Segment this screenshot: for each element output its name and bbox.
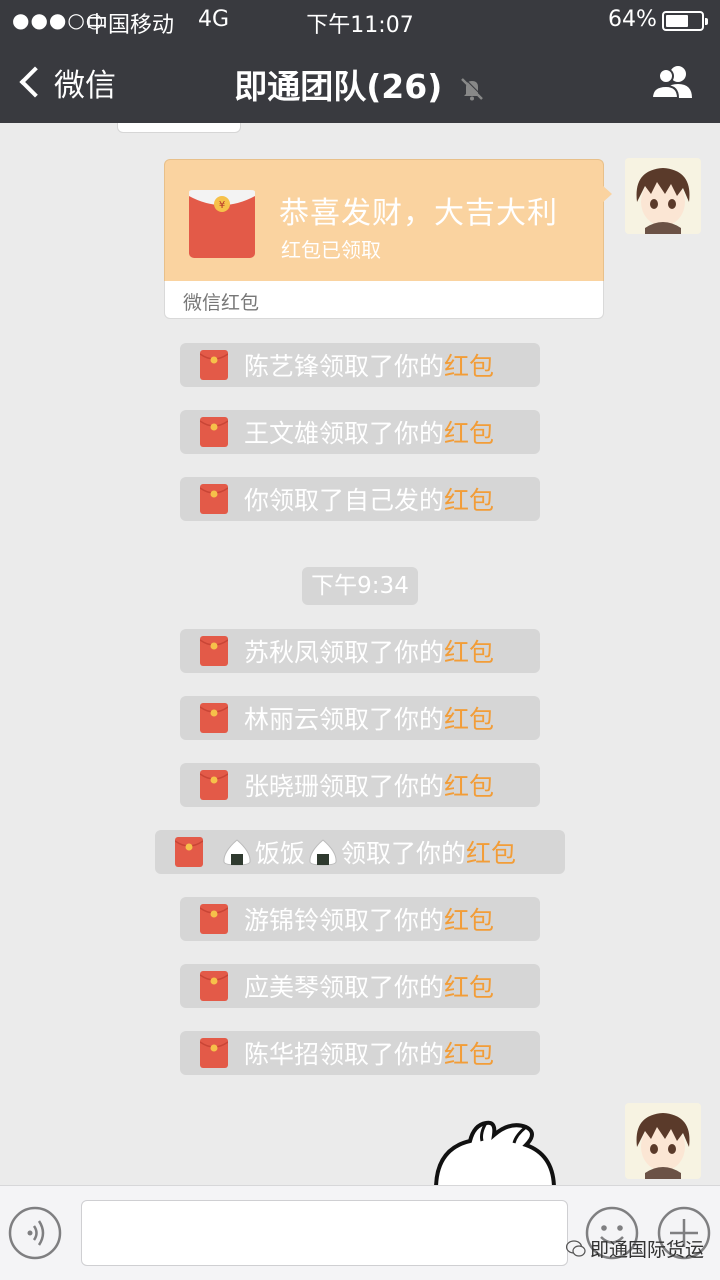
notice-name: 应美琴	[244, 973, 320, 1002]
top-bar: ●●●○○ 中国移动 4G 下午11:07 64% 微信 即通团队(26)	[0, 0, 720, 123]
system-notice: 游锦铃 领取了你的 红包	[180, 897, 540, 941]
time-stamp: 下午9:34	[302, 567, 418, 605]
anime-boy-avatar-icon	[625, 158, 701, 234]
notice-name: 林丽云	[244, 705, 320, 734]
chat-message-list[interactable]: ¥ 恭喜发财，大吉大利 红包已领取 微信红包 陈艺锋 领取了你的 红包 王文雄 领取了…	[0, 123, 720, 1185]
chat-title: 即通团队(26)	[0, 60, 720, 108]
previous-message-bubble	[117, 123, 241, 133]
red-packet-small-icon	[200, 484, 228, 514]
notice-name: 饭饭	[255, 839, 306, 868]
red-envelope-icon: ¥	[189, 190, 255, 258]
anime-boy-avatar-icon	[625, 1103, 701, 1179]
red-packet-small-icon	[200, 350, 228, 380]
chat-title-text: 即通团队(26)	[234, 67, 443, 106]
svg-text:¥: ¥	[219, 200, 225, 211]
bunny-sticker-icon[interactable]	[430, 1119, 560, 1185]
system-notice: 苏秋凤 领取了你的 红包	[180, 629, 540, 673]
red-packet-link[interactable]: 红包	[444, 1035, 494, 1071]
notice-name: 陈华招	[244, 1040, 320, 1069]
red-packet-card: ¥ 恭喜发财，大吉大利 红包已领取	[164, 159, 604, 281]
red-packet-link[interactable]: 红包	[444, 633, 494, 669]
notice-suffix: 领取了你的	[319, 352, 445, 381]
red-packet-small-icon	[200, 417, 228, 447]
red-packet-small-icon	[200, 1038, 228, 1068]
system-notice: 你领取了自己发的 红包	[180, 477, 540, 521]
red-packet-small-icon	[175, 837, 203, 867]
red-packet-link[interactable]: 红包	[444, 414, 494, 450]
red-packet-source: 微信红包	[183, 292, 260, 314]
notice-suffix: 领取了你的	[319, 1040, 445, 1069]
notice-suffix: 领取了你的	[319, 638, 445, 667]
red-packet-greeting: 恭喜发财，大吉大利	[279, 196, 558, 231]
red-packet-link[interactable]: 红包	[444, 901, 494, 937]
battery-fill	[666, 15, 688, 27]
system-notice: 王文雄 领取了你的 红包	[180, 410, 540, 454]
group-members-icon[interactable]	[650, 64, 696, 100]
red-packet-link[interactable]: 红包	[444, 347, 494, 383]
red-packet-link[interactable]: 红包	[466, 834, 516, 870]
avatar[interactable]	[625, 158, 701, 234]
notice-suffix: 领取了你的	[319, 419, 445, 448]
watermark-text: 即通国际货运	[590, 1239, 705, 1261]
red-packet-small-icon	[200, 971, 228, 1001]
notice-suffix: 领取了你的	[319, 906, 445, 935]
battery-icon	[662, 11, 708, 31]
notice-name: 游锦铃	[244, 906, 320, 935]
mute-bell-icon	[460, 76, 484, 100]
red-packet-small-icon	[200, 703, 228, 733]
system-notice: 应美琴 领取了你的 红包	[180, 964, 540, 1008]
system-notice: 陈华招 领取了你的 红包	[180, 1031, 540, 1075]
system-notice: 陈艺锋 领取了你的 红包	[180, 343, 540, 387]
notice-name: 苏秋凤	[244, 638, 320, 667]
notice-name: 张晓珊	[244, 772, 320, 801]
avatar[interactable]	[625, 1103, 701, 1179]
red-packet-link[interactable]: 红包	[444, 481, 494, 517]
chat-input-bar: 即通国际货运	[0, 1185, 720, 1280]
red-packet-footer: 微信红包	[164, 281, 604, 319]
voice-input-icon[interactable]	[8, 1206, 62, 1260]
red-packet-message[interactable]: ¥ 恭喜发财，大吉大利 红包已领取 微信红包	[164, 159, 612, 319]
red-packet-link[interactable]: 红包	[444, 767, 494, 803]
notice-name: 王文雄	[244, 419, 320, 448]
notice-suffix: 领取了你的	[319, 772, 445, 801]
system-notice: 林丽云 领取了你的 红包	[180, 696, 540, 740]
notice-suffix: 领取了你的	[319, 705, 445, 734]
wechat-logo-icon	[566, 1239, 586, 1257]
notice-suffix: 领取了你的	[341, 839, 467, 868]
notice-suffix: 领取了你的	[319, 973, 445, 1002]
message-input[interactable]	[81, 1200, 568, 1266]
red-packet-small-icon	[200, 636, 228, 666]
red-packet-small-icon	[200, 770, 228, 800]
rice-ball-emoji-icon	[223, 839, 251, 866]
system-notice: 张晓珊 领取了你的 红包	[180, 763, 540, 807]
red-packet-link[interactable]: 红包	[444, 700, 494, 736]
notice-text: 你领取了自己发的	[244, 486, 445, 515]
rice-ball-emoji-icon	[309, 839, 337, 866]
red-packet-state: 红包已领取	[281, 238, 381, 262]
system-notice: 饭饭 领取了你的 红包	[155, 830, 565, 874]
status-bar: ●●●○○ 中国移动 4G 下午11:07 64%	[0, 0, 720, 40]
red-packet-link[interactable]: 红包	[444, 968, 494, 1004]
battery-percent: 64%	[608, 7, 657, 32]
red-packet-small-icon	[200, 904, 228, 934]
notice-name: 陈艺锋	[244, 352, 320, 381]
watermark: 即通国际货运	[566, 1235, 704, 1262]
